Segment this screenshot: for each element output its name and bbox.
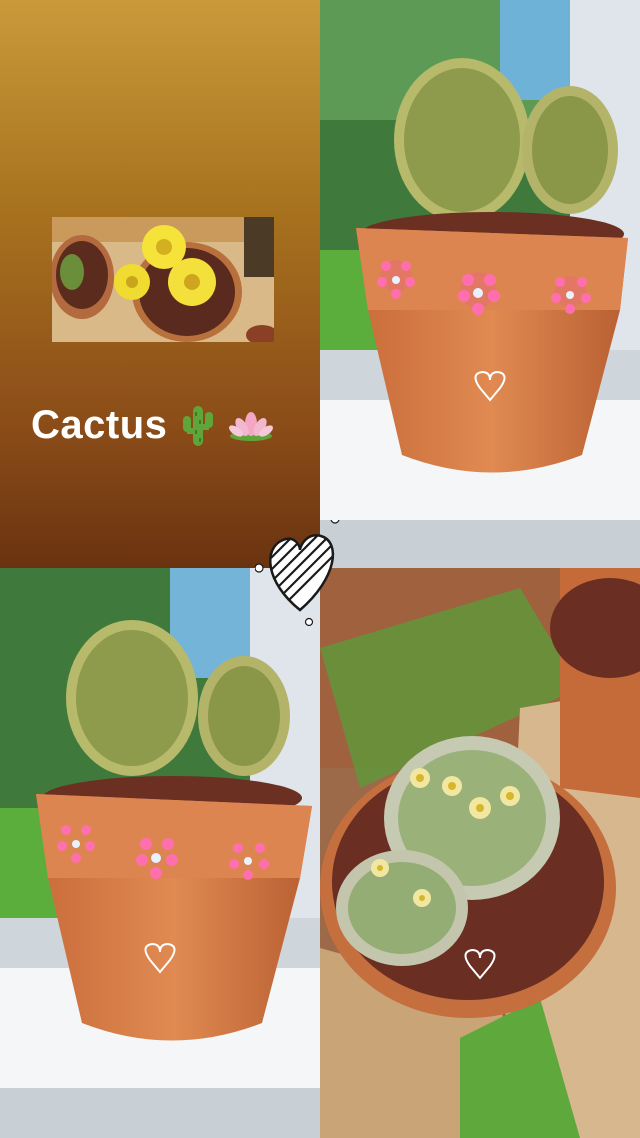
cactus-emoji-icon: [181, 402, 215, 448]
lotus-emoji-icon: [229, 408, 274, 442]
title-panel: Cactus: [0, 0, 320, 568]
heart-sticker-icon: [254, 514, 345, 630]
title-row: Cactus: [31, 402, 274, 448]
cactus-window-photo-repeat: [0, 568, 320, 1138]
cactus-thumbnail-photo: [52, 217, 274, 342]
cactus-window-photo: [320, 0, 640, 568]
flowering-cactus-photo: [320, 568, 640, 1138]
page-title: Cactus: [31, 402, 168, 447]
